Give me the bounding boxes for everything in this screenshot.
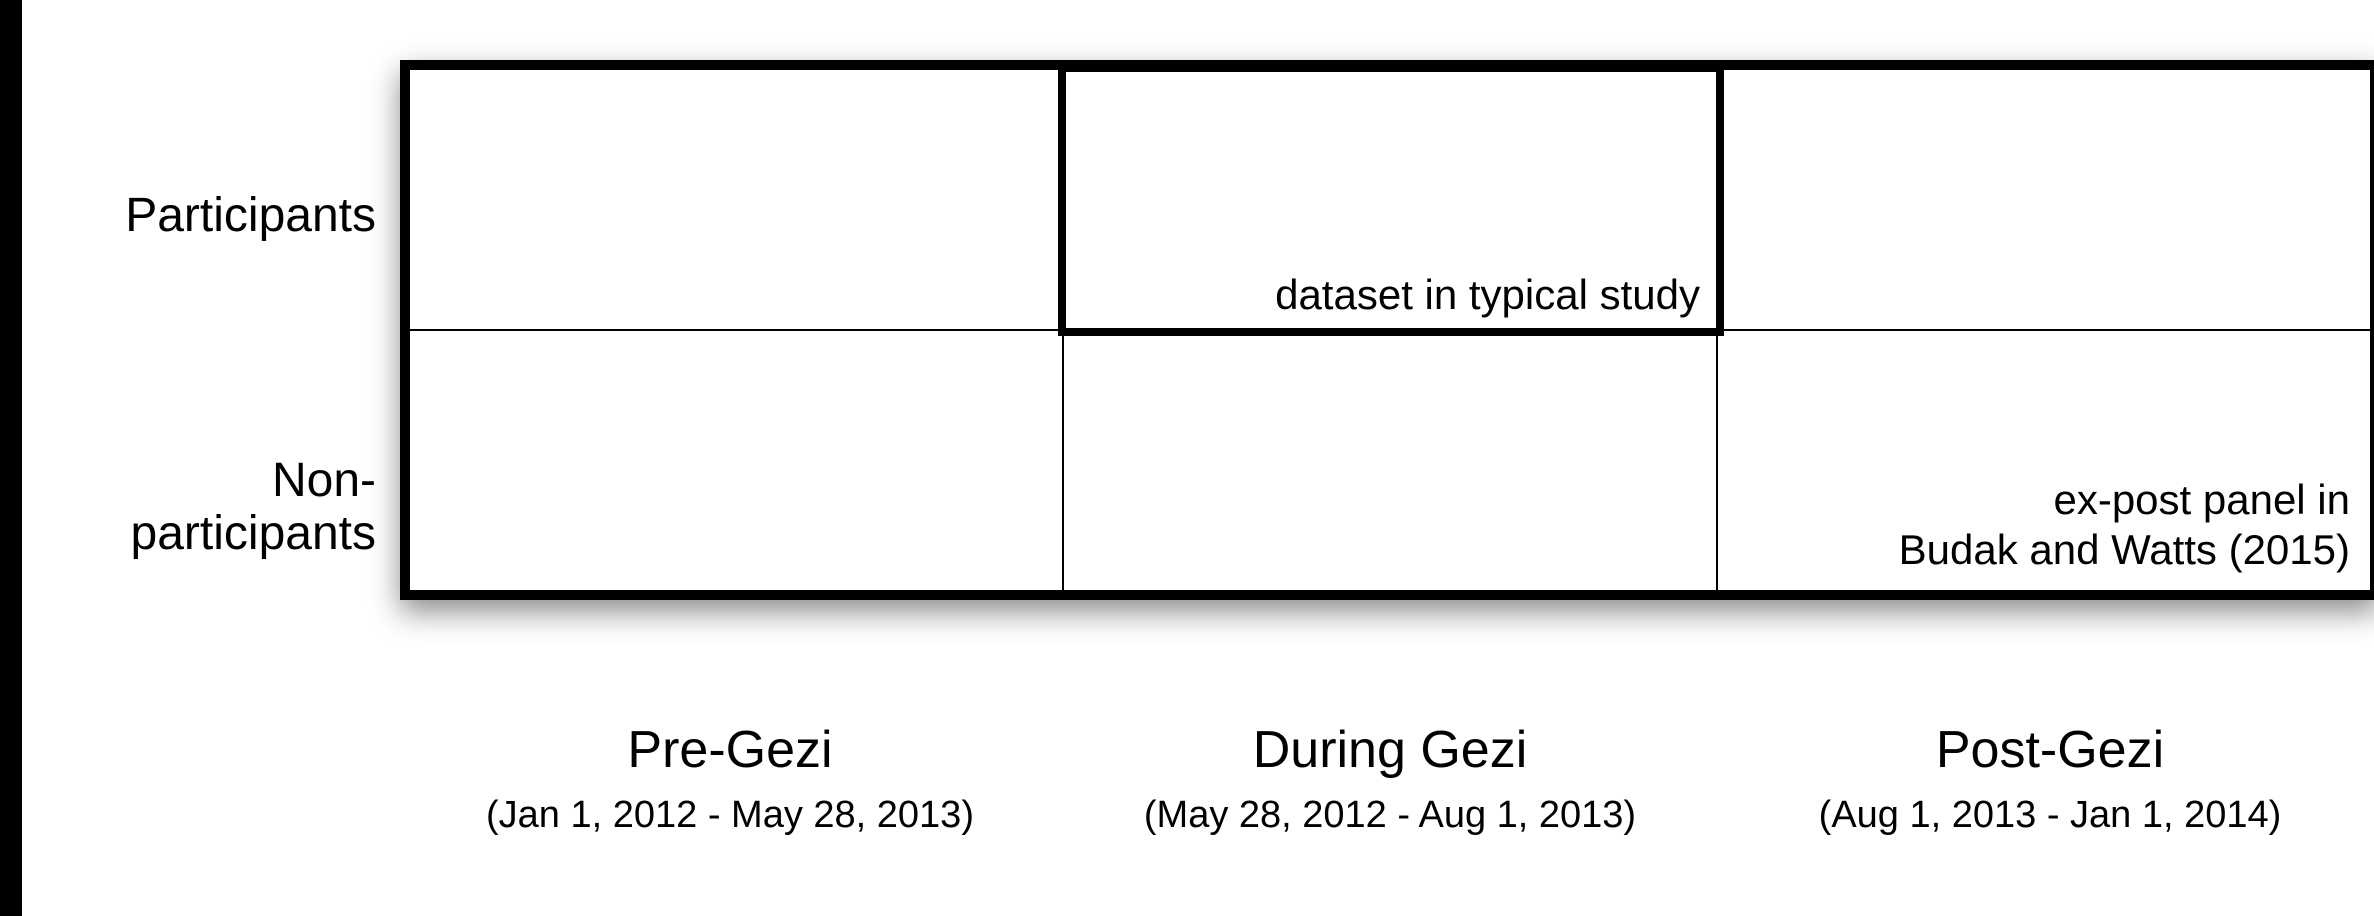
col-label-during: During Gezi (May 28, 2012 - Aug 1, 2013) <box>1060 710 1720 837</box>
col-label-text: Pre-Gezi <box>400 720 1060 780</box>
col-label-sub: (Jan 1, 2012 - May 28, 2013) <box>400 794 1060 837</box>
col-label-sub: (Aug 1, 2013 - Jan 1, 2014) <box>1720 794 2374 837</box>
grid: dataset in typical study ex-post panel i… <box>400 60 2374 600</box>
cell-typical-study-text: dataset in typical study <box>1070 270 1700 320</box>
row-label-participants: Participants <box>36 190 376 243</box>
row-label-text: Participants <box>36 190 376 243</box>
col-label-pre: Pre-Gezi (Jan 1, 2012 - May 28, 2013) <box>400 710 1060 837</box>
col-label-post: Post-Gezi (Aug 1, 2013 - Jan 1, 2014) <box>1720 710 2374 837</box>
page-root: Participants Non-participants dataset i <box>0 0 2374 916</box>
grid-vline-2 <box>1716 70 1718 590</box>
cell-expost-line1: ex-post panel in <box>1720 475 2350 525</box>
grid-container: dataset in typical study ex-post panel i… <box>400 60 2374 600</box>
row-label-nonparticipants: Non-participants <box>36 455 376 561</box>
row-label-text: Non-participants <box>36 455 376 561</box>
grid-vline-1 <box>1062 70 1064 590</box>
row-labels: Participants Non-participants <box>60 60 400 620</box>
col-label-text: During Gezi <box>1060 720 1720 780</box>
column-labels: Pre-Gezi (Jan 1, 2012 - May 28, 2013) Du… <box>400 710 2374 837</box>
left-stripe <box>0 0 22 916</box>
cell-expost-line2: Budak and Watts (2015) <box>1720 525 2350 575</box>
col-label-text: Post-Gezi <box>1720 720 2374 780</box>
col-label-sub: (May 28, 2012 - Aug 1, 2013) <box>1060 794 1720 837</box>
grid-hline <box>410 329 2370 331</box>
grid-inner: dataset in typical study ex-post panel i… <box>410 70 2370 590</box>
